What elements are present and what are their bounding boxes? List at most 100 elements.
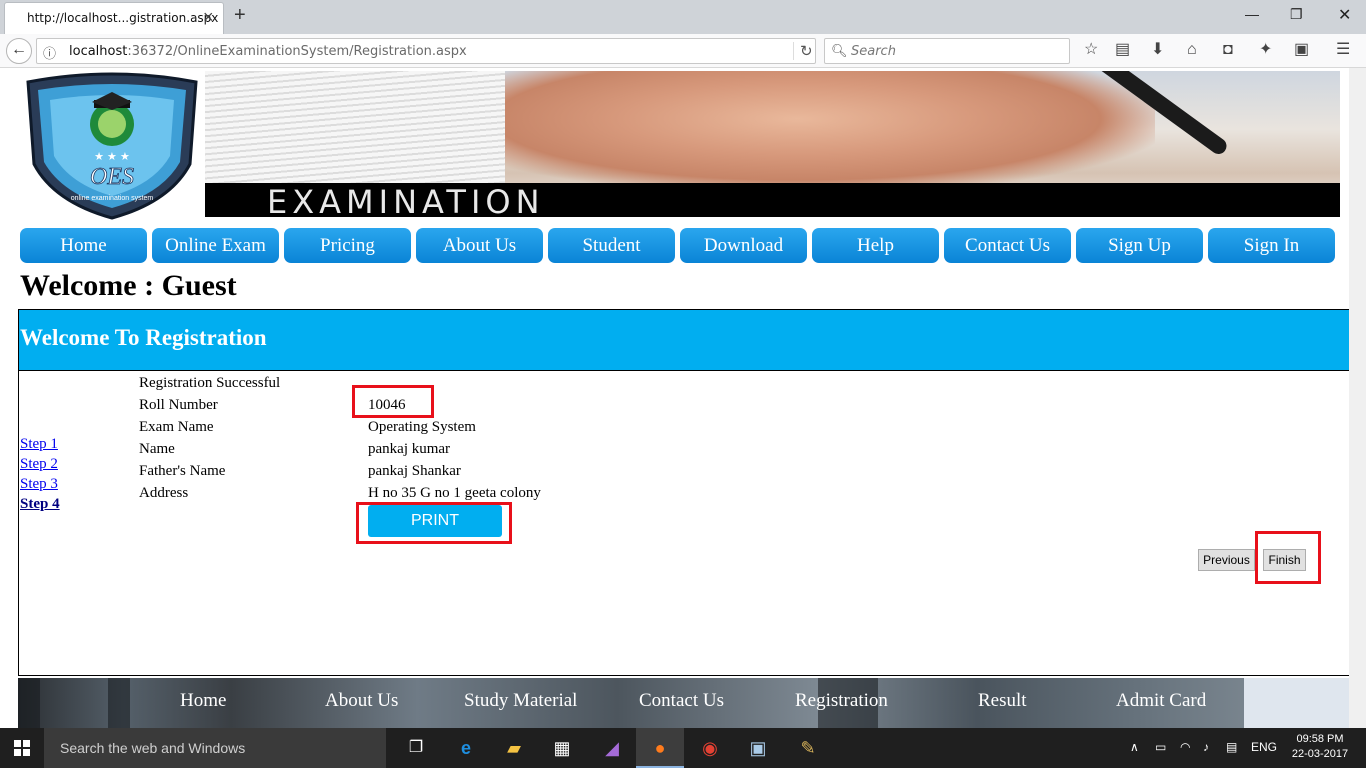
remote-app-icon[interactable]: ▣ xyxy=(734,728,782,768)
notification-icon[interactable]: ▤ xyxy=(1226,740,1237,754)
exam-name-value: Operating System xyxy=(368,419,476,435)
roll-number-label: Roll Number xyxy=(139,397,218,413)
menu-pricing[interactable]: Pricing xyxy=(284,228,411,263)
paint-icon[interactable]: ✎ xyxy=(784,728,832,768)
fathers-name-label: Father's Name xyxy=(139,463,226,479)
step-4-link[interactable]: Step 4 xyxy=(20,496,60,513)
name-value: pankaj kumar xyxy=(368,441,451,457)
footer-about-link[interactable]: About Us xyxy=(325,690,398,712)
clock[interactable]: 09:58 PM 22-03-2017 xyxy=(1290,732,1350,762)
pocket-icon[interactable]: ◘ xyxy=(1223,42,1233,58)
language-indicator[interactable]: ENG xyxy=(1251,740,1277,754)
status-text: Registration Successful xyxy=(139,375,281,391)
address-value: H no 35 G no 1 geeta colony xyxy=(368,485,541,501)
banner-hand-image xyxy=(505,71,1155,191)
store-icon[interactable]: ▦ xyxy=(538,728,586,768)
step-3-link[interactable]: Step 3 xyxy=(20,476,58,493)
search-placeholder: Search xyxy=(851,44,896,59)
examination-banner: EXAMINATION xyxy=(205,71,1340,217)
address-bar[interactable]: ⓘ localhost:36372/OnlineExaminationSyste… xyxy=(36,38,816,64)
search-box[interactable]: 🔍︎ Search xyxy=(824,38,1070,64)
task-view-icon[interactable]: ❐ xyxy=(392,728,440,768)
footer-tree-image xyxy=(108,678,130,728)
menu-contact-us[interactable]: Contact Us xyxy=(944,228,1071,263)
volume-icon[interactable]: ♪ xyxy=(1203,740,1209,754)
browser-tab[interactable]: http://localhost...gistration.aspx × xyxy=(4,2,224,34)
footer-tree-image xyxy=(18,678,40,728)
file-explorer-icon[interactable]: ▰ xyxy=(490,728,538,768)
menu-sign-in[interactable]: Sign In xyxy=(1208,228,1335,263)
footer-study-material-link[interactable]: Study Material xyxy=(464,690,577,712)
tab-close-icon[interactable]: × xyxy=(203,8,214,26)
vertical-scrollbar[interactable] xyxy=(1349,68,1366,728)
footer-result-link[interactable]: Result xyxy=(978,690,1027,712)
menu-online-exam[interactable]: Online Exam xyxy=(152,228,279,263)
logo-text: OES xyxy=(90,164,134,190)
download-icon[interactable]: ⬇ xyxy=(1151,42,1164,58)
welcome-heading: Welcome : Guest xyxy=(20,269,237,302)
footer-admit-card-link[interactable]: Admit Card xyxy=(1116,690,1206,712)
menu-download[interactable]: Download xyxy=(680,228,807,263)
fathers-name-value: pankaj Shankar xyxy=(368,463,461,479)
finish-highlight xyxy=(1255,531,1321,584)
chrome-icon[interactable]: ◉ xyxy=(686,728,734,768)
menu-sign-up[interactable]: Sign Up xyxy=(1076,228,1203,263)
tray-chevron-icon[interactable]: ∧ xyxy=(1130,740,1139,754)
browser-toolbar: ← ⓘ localhost:36372/OnlineExaminationSys… xyxy=(0,34,1366,68)
registration-header: Welcome To Registration xyxy=(19,310,1349,371)
footer-registration-link[interactable]: Registration xyxy=(795,690,888,712)
logo-subtext: online examination system xyxy=(71,195,154,202)
web-page: ★ ★ ★ OES online examination system EXAM… xyxy=(0,68,1349,728)
registration-title: Welcome To Registration xyxy=(20,325,267,350)
restore-icon[interactable]: ❐ xyxy=(1290,6,1303,23)
exam-name-label: Exam Name xyxy=(139,419,214,435)
visual-studio-icon[interactable]: ◢ xyxy=(588,728,636,768)
edge-icon[interactable]: e xyxy=(442,728,490,768)
firefox-icon[interactable]: ● xyxy=(636,728,684,768)
previous-button[interactable]: Previous xyxy=(1198,549,1255,571)
minimize-icon[interactable]: — xyxy=(1245,6,1259,22)
taskbar-search-text: Search the web and Windows xyxy=(60,740,246,756)
menu-help[interactable]: Help xyxy=(812,228,939,263)
windows-start-icon[interactable] xyxy=(14,740,30,756)
menu-about-us[interactable]: About Us xyxy=(416,228,543,263)
taskbar-search[interactable]: Search the web and Windows xyxy=(44,728,386,768)
roll-number-highlight xyxy=(352,385,434,418)
banner-title: EXAMINATION xyxy=(267,183,545,217)
reading-list-icon[interactable]: ▤ xyxy=(1115,42,1130,58)
new-tab-icon[interactable]: + xyxy=(234,5,246,25)
footer-home-link[interactable]: Home xyxy=(180,690,226,712)
menu-student[interactable]: Student xyxy=(548,228,675,263)
bookmark-star-icon[interactable]: ☆ xyxy=(1084,42,1098,58)
clock-date: 22-03-2017 xyxy=(1291,748,1349,760)
clock-time: 09:58 PM xyxy=(1296,733,1344,745)
footer-nav: Home About Us Study Material Contact Us … xyxy=(18,678,1349,728)
svg-text:★ ★ ★: ★ ★ ★ xyxy=(94,151,130,163)
menu-icon[interactable]: ☰ xyxy=(1336,42,1350,58)
wifi-icon[interactable]: ◠ xyxy=(1180,740,1190,754)
address-label: Address xyxy=(139,485,189,501)
back-icon[interactable]: ← xyxy=(6,38,32,64)
extension-icon[interactable]: ✦ xyxy=(1259,42,1272,58)
search-icon: 🔍︎ xyxy=(831,43,848,58)
browser-tab-strip: http://localhost...gistration.aspx × + —… xyxy=(0,0,1366,34)
footer-contact-link[interactable]: Contact Us xyxy=(639,690,724,712)
menu-home[interactable]: Home xyxy=(20,228,147,263)
taskbar: Search the web and Windows ❐ e ▰ ▦ ◢ ● ◉… xyxy=(0,728,1366,768)
info-icon[interactable]: ⓘ xyxy=(43,43,56,62)
step-2-link[interactable]: Step 2 xyxy=(20,456,58,473)
reload-icon[interactable]: ↻ xyxy=(793,42,813,60)
registration-panel: Welcome To Registration Step 1 Step 2 St… xyxy=(18,309,1349,676)
addons-icon[interactable]: ▣ xyxy=(1294,42,1309,58)
home-icon[interactable]: ⌂ xyxy=(1187,42,1197,58)
name-label: Name xyxy=(139,441,175,457)
url-text: localhost:36372/OnlineExaminationSystem/… xyxy=(69,44,467,59)
tab-title: http://localhost...gistration.aspx xyxy=(27,11,219,25)
footer-sky-image xyxy=(1244,678,1349,728)
step-1-link[interactable]: Step 1 xyxy=(20,436,58,453)
battery-icon[interactable]: ▭ xyxy=(1155,740,1166,754)
banner-paper-image xyxy=(205,71,505,191)
oes-logo: ★ ★ ★ OES online examination system xyxy=(26,72,198,220)
print-highlight xyxy=(356,502,512,544)
close-window-icon[interactable]: ✕ xyxy=(1338,5,1351,25)
